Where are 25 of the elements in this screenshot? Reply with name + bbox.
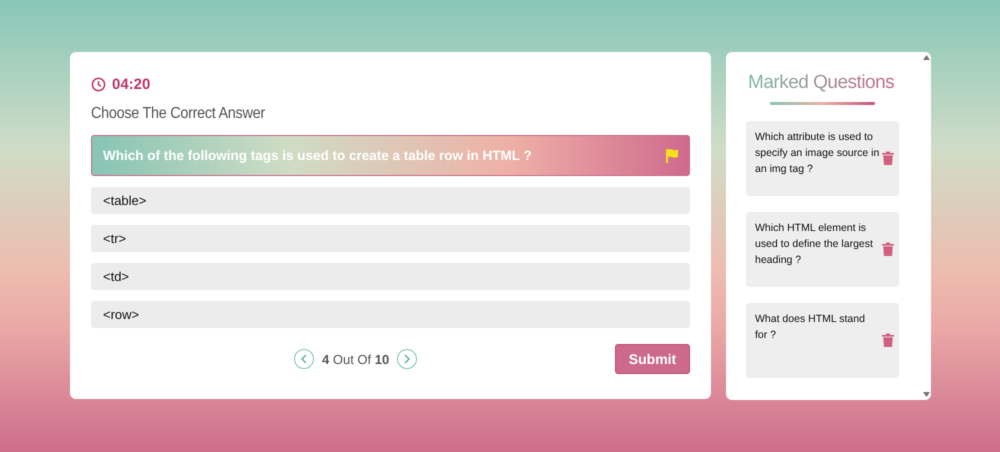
answer-option[interactable]: <row> (91, 301, 690, 328)
flag-icon[interactable] (665, 148, 679, 164)
marked-question-text: Which attribute is used to specify an image source in an img tag ? (755, 130, 880, 177)
answer-option[interactable]: <tr> (91, 225, 690, 252)
marked-question-text: What does HTML stand for ? (755, 312, 866, 343)
timer-text: 04:20 (112, 76, 150, 92)
marked-question[interactable]: Which attribute is used to specify an image source in an img tag ? (746, 121, 899, 196)
trash-icon[interactable] (882, 333, 894, 347)
marked-question-text: Which HTML element is used to define the largest heading ? (755, 221, 874, 268)
chevron-left-icon (300, 354, 308, 364)
scroll-down-icon[interactable] (922, 392, 930, 397)
marked-question[interactable]: Which HTML element is used to define the largest heading ? (746, 212, 899, 287)
question-text: Which of the following tags is used to create a table row in HTML ? (103, 148, 532, 163)
scroll-up-icon[interactable] (922, 55, 930, 60)
trash-icon[interactable] (882, 242, 894, 256)
question-counter: 4 Out Of 10 (322, 352, 390, 366)
answer-option[interactable]: <table> (91, 187, 690, 214)
clock-icon (91, 76, 106, 92)
answer-option[interactable]: <td> (91, 263, 690, 290)
marked-question[interactable]: What does HTML stand for ? (746, 303, 899, 378)
next-button[interactable] (397, 349, 418, 369)
marked-title: Marked Questions (748, 72, 894, 94)
previous-button[interactable] (294, 349, 314, 369)
chevron-right-icon (403, 354, 412, 364)
trash-icon[interactable] (882, 151, 894, 165)
